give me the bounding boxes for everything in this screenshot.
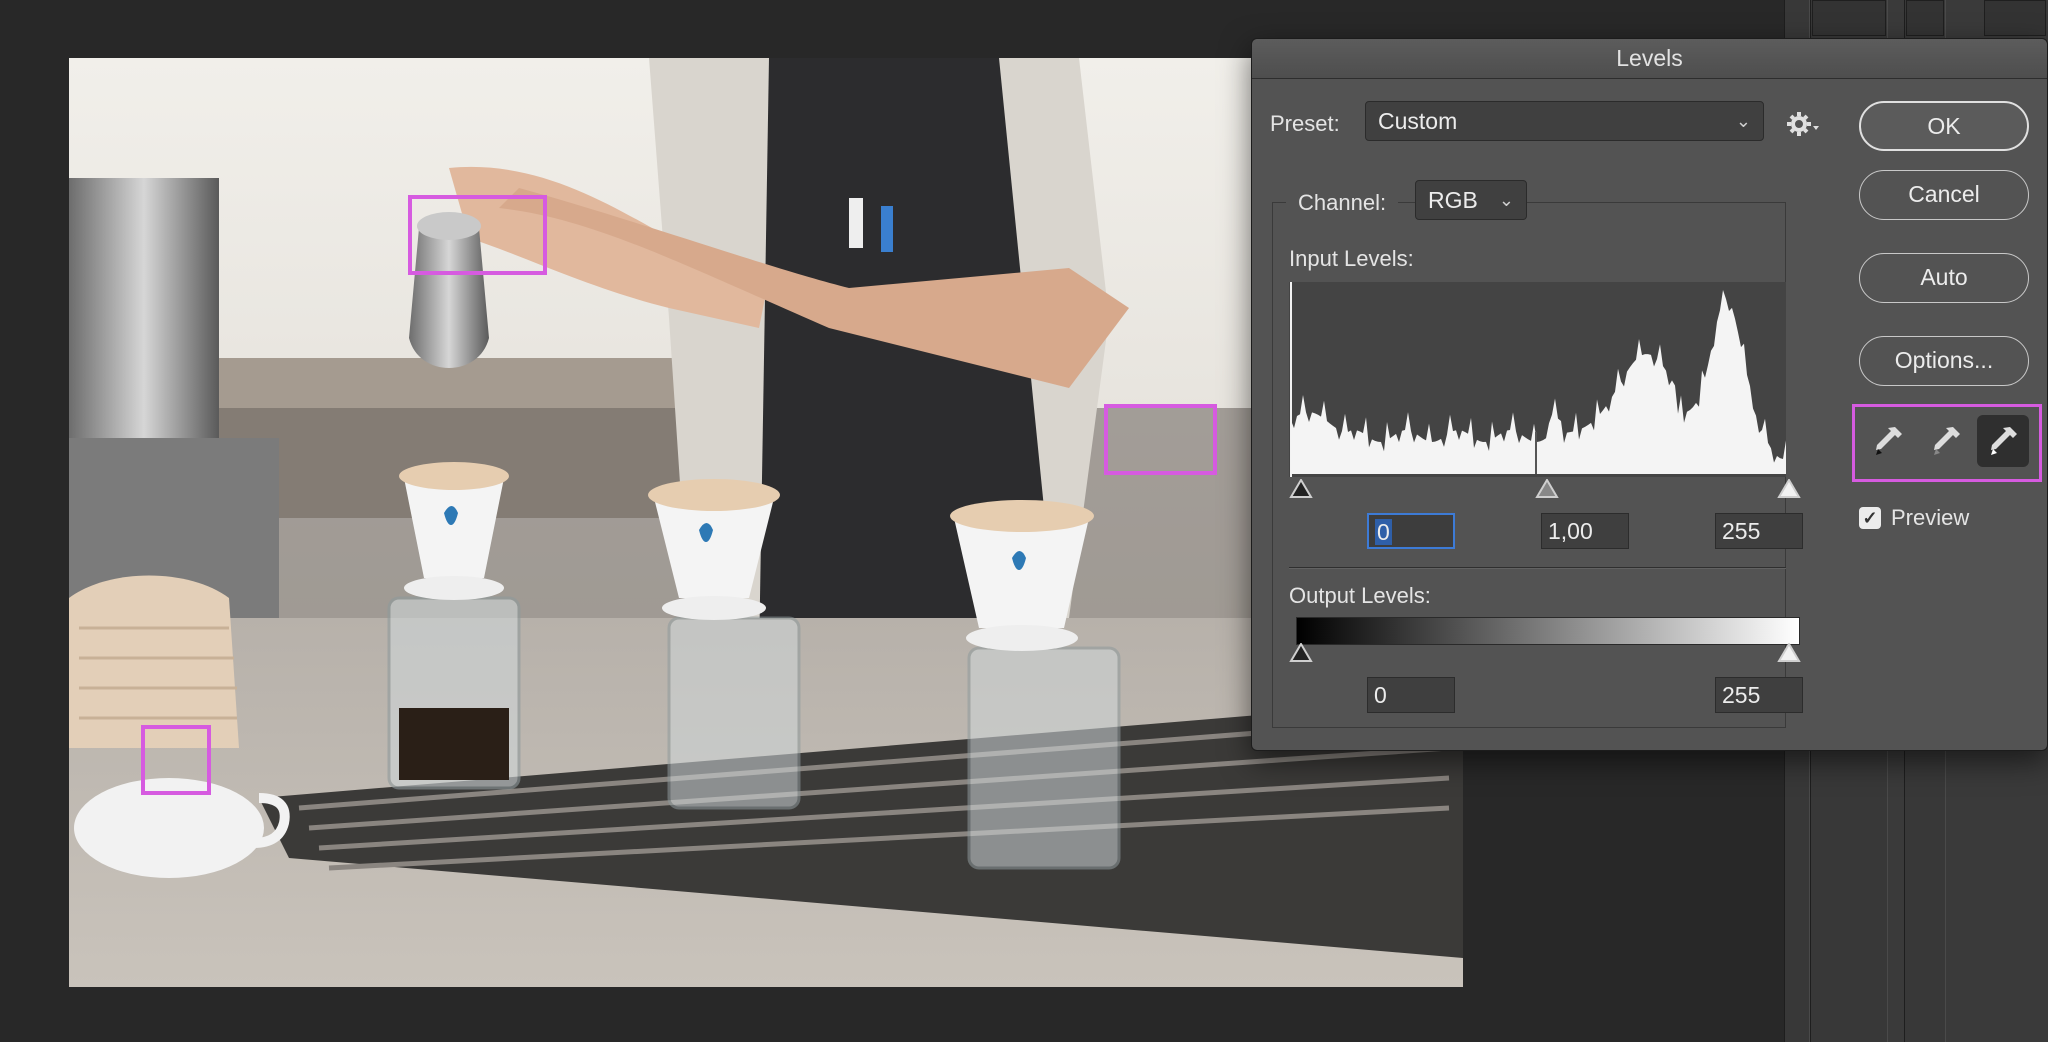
input-gamma-slider[interactable] [1535, 479, 1559, 499]
preset-value: Custom [1378, 108, 1458, 134]
output-gradient [1296, 617, 1800, 645]
gray-point-eyedropper-icon[interactable] [1920, 415, 1972, 467]
input-white-field[interactable]: 255 [1715, 513, 1803, 549]
channel-label: Channel: [1286, 190, 1399, 216]
white-point-eyedropper-icon[interactable] [1977, 415, 2029, 467]
panel-cell [1812, 0, 1886, 36]
histogram [1289, 282, 1786, 477]
channel-select[interactable]: RGB ⌄ [1415, 180, 1527, 220]
output-white-field[interactable]: 255 [1715, 677, 1803, 713]
options-button[interactable]: Options... [1859, 336, 2029, 386]
levels-divider [1289, 567, 1786, 569]
dialog-title: Levels [1252, 39, 2047, 79]
input-levels-label: Input Levels: [1289, 246, 1414, 271]
histogram-graph [1290, 282, 1786, 477]
preset-select[interactable]: Custom ⌄ [1365, 101, 1764, 141]
preview-checkbox[interactable]: ✓ [1859, 507, 1881, 529]
chevron-down-icon: ⌄ [1735, 111, 1751, 131]
panel-cell [1984, 0, 2046, 36]
sample-highlight-kettle [408, 195, 547, 275]
output-black-field[interactable]: 0 [1367, 677, 1455, 713]
channel-value: RGB [1428, 187, 1478, 213]
cancel-button[interactable]: Cancel [1859, 170, 2029, 220]
input-gamma-field[interactable]: 1,00 [1541, 513, 1629, 549]
output-black-slider[interactable] [1289, 643, 1313, 663]
auto-button[interactable]: Auto [1859, 253, 2029, 303]
preset-label: Preset: [1270, 111, 1340, 136]
input-white-slider[interactable] [1777, 479, 1801, 499]
histogram-area [1291, 290, 1786, 474]
panel-cell [1906, 0, 1944, 36]
black-point-eyedropper-icon[interactable] [1862, 415, 1914, 467]
output-white-slider[interactable] [1777, 643, 1801, 663]
ok-button[interactable]: OK [1859, 101, 2029, 151]
preview-label: Preview [1891, 505, 1970, 530]
eyedropper-group [1852, 404, 2042, 482]
sample-highlight-machine [1104, 404, 1217, 475]
input-black-slider[interactable] [1289, 479, 1313, 499]
output-levels-label: Output Levels: [1289, 583, 1431, 608]
levels-dialog: Levels Preset: Custom ⌄ Channel: RGB ⌄ I… [1251, 38, 2048, 751]
sample-highlight-cup [141, 725, 211, 795]
input-black-field[interactable]: 0 [1367, 513, 1455, 549]
chevron-down-icon: ⌄ [1498, 190, 1514, 210]
gear-icon[interactable] [1785, 106, 1821, 142]
